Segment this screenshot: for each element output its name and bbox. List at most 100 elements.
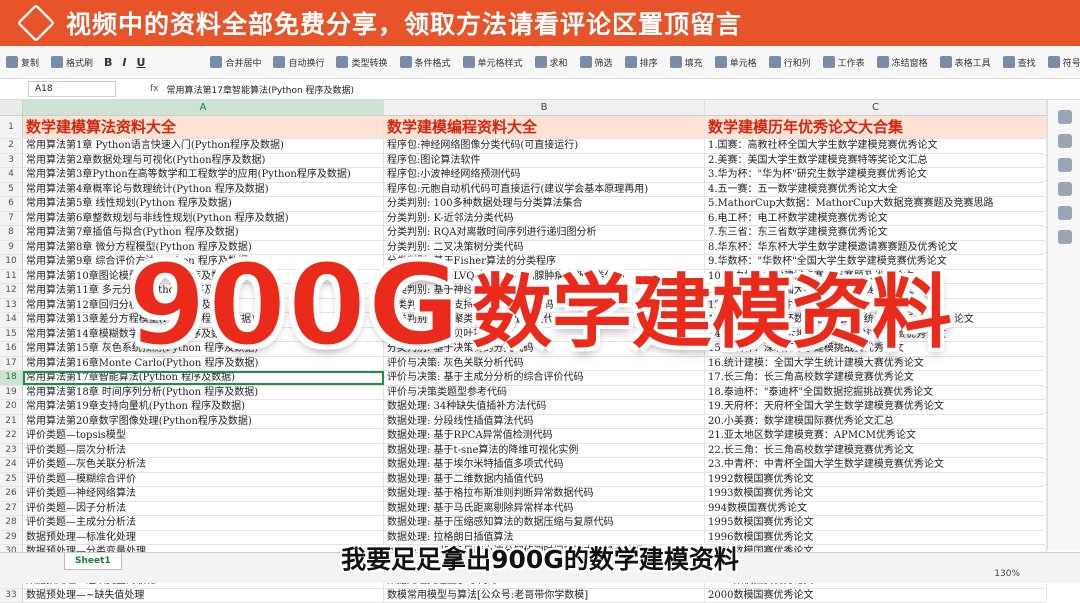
cell-a[interactable]: 评价类题—层次分析法 [23, 444, 384, 458]
ribbon-cell[interactable]: 单元格 [715, 56, 757, 69]
cell-a[interactable]: 常用算法第19章支持向量机(Python 程序及数据) [23, 400, 384, 414]
ribbon-freeze[interactable]: 冻结窗格 [877, 56, 928, 69]
row-number[interactable]: 8 [0, 226, 23, 240]
ribbon-format-painter[interactable]: 格式刷 [51, 56, 93, 69]
cell-a[interactable]: 评价类题—主成分分析法 [23, 516, 384, 530]
column-header-a[interactable]: A [23, 100, 384, 116]
row-number[interactable]: 25 [0, 473, 23, 487]
cell-a[interactable]: 常用算法第4章概率论与数理统计(Python 程序及数据) [23, 183, 384, 197]
cell-b[interactable]: 程序包:小波神经网络预测代码 [384, 168, 705, 182]
cell-a[interactable]: 常用算法第6章整数规划与非线性规划(Python 程序及数据) [23, 212, 384, 226]
fx-icon[interactable]: fx [150, 84, 159, 94]
ribbon-cell-style[interactable]: 单元格样式 [463, 56, 523, 69]
row-number[interactable]: 23 [0, 444, 23, 458]
row-number[interactable]: 16 [0, 342, 23, 356]
ribbon-table-tools[interactable]: 表格工具 [940, 56, 991, 69]
cell-a[interactable]: 常用算法第20章数字图像处理(Python程序及数据) [23, 415, 384, 429]
cell-c[interactable]: 21.亚太地区数学建模竞赛：APMCM优秀论文 [705, 429, 1047, 443]
row-number[interactable]: 14 [0, 313, 23, 327]
ribbon-sort[interactable]: 排序 [625, 56, 658, 69]
cell-b[interactable]: 数据处理: 34种缺失值插补方法代码 [384, 400, 705, 414]
ribbon-wrap[interactable]: 自动换行 [273, 56, 324, 69]
ribbon-symbol[interactable]: 符号 [1048, 56, 1080, 69]
cell-a[interactable]: 常用算法第18章 时间序列分析(Python 程序及数据) [23, 386, 384, 400]
cell-b[interactable]: 分类判别: 100多种数据处理与分类算法集合 [384, 197, 705, 211]
cell-b[interactable]: 数据处理: 基于马氏距离剔除异常样本代码 [384, 502, 705, 516]
cell-b[interactable]: 数据处理: 基于二维数据内插值代码 [384, 473, 705, 487]
row-number[interactable]: 13 [0, 299, 23, 313]
cell-c[interactable]: 18.泰迪杯："泰迪杯"全国数据挖掘挑战赛优秀论文 [705, 386, 1047, 400]
ribbon-fill[interactable]: 填充 [670, 56, 703, 69]
column-header-c[interactable]: C [705, 100, 1047, 116]
ribbon-cond-format[interactable]: 条件格式 [400, 56, 451, 69]
row-number[interactable]: 12 [0, 284, 23, 298]
cell-c[interactable]: 1995数模国赛优秀论文 [705, 516, 1047, 530]
cell-a[interactable]: 评价类题—模糊综合评价 [23, 473, 384, 487]
cell-b[interactable]: 数据处理: 分段线性插值算法代码 [384, 415, 705, 429]
cell-b[interactable]: 数据处理: 基于埃尔米特插值多项式代码 [384, 458, 705, 472]
cell-c[interactable]: 6.电工杯：电工杯数学建模竞赛优秀论文 [705, 212, 1047, 226]
cell-b[interactable]: 程序包:元胞自动机代码可直接运行(建议学会基本原理再用) [384, 183, 705, 197]
cell-b[interactable]: 程序包:图论算法软件 [384, 154, 705, 168]
style-icon[interactable] [1058, 134, 1072, 148]
ribbon-rows-cols[interactable]: 行和列 [769, 56, 811, 69]
cell-c[interactable]: 2000数模国赛优秀论文 [705, 589, 1047, 603]
italic-button[interactable]: I [122, 56, 126, 69]
cell-a[interactable]: 评价类题—灰色关联分析法 [23, 458, 384, 472]
row-number[interactable]: 21 [0, 415, 23, 429]
underline-button[interactable]: U [137, 56, 146, 69]
cell-c[interactable]: 1992数模国赛优秀论文 [705, 473, 1047, 487]
row-number[interactable]: 24 [0, 458, 23, 472]
cell-c[interactable]: 4.五一赛：五一数学建模竞赛优秀论文大全 [705, 183, 1047, 197]
cell-a[interactable]: 评价类题—topsis模型 [23, 429, 384, 443]
cell-b[interactable]: 数据处理: 基于压缩感知算法的数据压缩与复原代码 [384, 516, 705, 530]
bold-button[interactable]: B [104, 56, 112, 69]
cell-c[interactable]: 1.国赛：高教社杯全国大学生数学建模竞赛优秀论文 [705, 139, 1047, 153]
row-number[interactable]: 11 [0, 270, 23, 284]
row-number[interactable]: 7 [0, 212, 23, 226]
select-all-corner[interactable] [0, 100, 23, 116]
ribbon-merge[interactable]: 合并居中 [210, 56, 261, 69]
row-number[interactable]: 3 [0, 154, 23, 168]
cell-c[interactable]: 19.天府杯：天府杯全国大学生数学建模竞赛优秀论文 [705, 400, 1047, 414]
cell-b[interactable]: 数据处理: 基于RPCA异常值检测代码 [384, 429, 705, 443]
cell-c[interactable]: 3.华为杯："华为杯"研究生数学建模竞赛优秀论文 [705, 168, 1047, 182]
row-number[interactable]: 10 [0, 255, 23, 269]
row-number[interactable]: 33 [0, 589, 23, 603]
formula-input[interactable]: 常用算法第17章智能算法(Python 程序及数据) [167, 83, 355, 96]
row-number[interactable]: 1 [0, 116, 23, 138]
cell-a[interactable]: 常用算法第3章Python在高等数学和工程数学的应用(Python程序及数据) [23, 168, 384, 182]
cell-a[interactable]: 常用算法第2章数据处理与可视化(Python程序及数据) [23, 154, 384, 168]
cell-a[interactable]: 常用算法第5章 线性规划(Python 程序及数据) [23, 197, 384, 211]
ribbon-worksheet[interactable]: 工作表 [823, 56, 865, 69]
row-number[interactable]: 22 [0, 429, 23, 443]
row-number[interactable]: 9 [0, 241, 23, 255]
row-number[interactable]: 6 [0, 197, 23, 211]
row-number[interactable]: 18 [0, 371, 23, 385]
backup-icon[interactable] [1058, 206, 1072, 220]
cell-b[interactable]: 评价与决策类题型参考代码 [384, 386, 705, 400]
header-cell-c[interactable]: 数学建模历年优秀论文大合集 [705, 116, 1047, 138]
select-icon[interactable] [1058, 110, 1072, 124]
row-number[interactable]: 19 [0, 386, 23, 400]
ribbon-sum[interactable]: 求和 [535, 56, 568, 69]
cell-b[interactable]: 数据处理: 基于t-sne算法的降维可视化实例 [384, 444, 705, 458]
cell-a[interactable]: 评价类题—因子分析法 [23, 502, 384, 516]
row-number[interactable]: 2 [0, 139, 23, 153]
ribbon-find[interactable]: 查找 [1003, 56, 1036, 69]
header-cell-a[interactable]: 数学建模算法资料大全 [23, 116, 384, 138]
cell-b[interactable]: 分类判别: K-近邻法分类代码 [384, 212, 705, 226]
property-icon[interactable] [1058, 158, 1072, 172]
ribbon-type-convert[interactable]: 类型转换 [336, 56, 387, 69]
cell-c[interactable]: 23.中青杯：中青杯全国大学生数学建模竞赛优秀论文 [705, 458, 1047, 472]
cell-a[interactable]: 数据预处理—~缺失值处理 [23, 589, 384, 603]
cell-c[interactable]: 994数模国赛优秀论文 [705, 502, 1047, 516]
row-number[interactable]: 5 [0, 183, 23, 197]
row-number[interactable]: 17 [0, 357, 23, 371]
cell-c[interactable]: 22.长三角：长三角高校数学建模竞赛优秀论文 [705, 444, 1047, 458]
row-number[interactable]: 27 [0, 502, 23, 516]
row-number[interactable]: 26 [0, 487, 23, 501]
row-number[interactable]: 20 [0, 400, 23, 414]
row-number[interactable]: 4 [0, 168, 23, 182]
cell-b[interactable]: 数据处理: 基于格拉布斯准则判断异常数据代码 [384, 487, 705, 501]
